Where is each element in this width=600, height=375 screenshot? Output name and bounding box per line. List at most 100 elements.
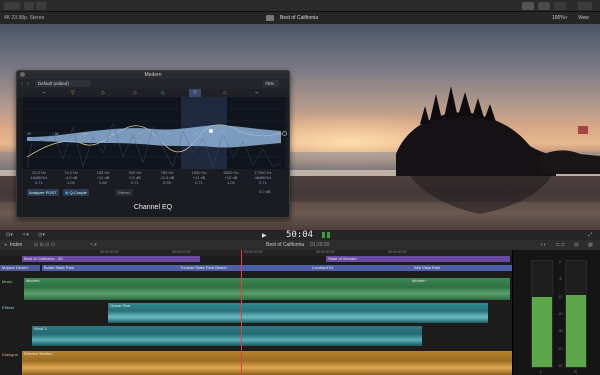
meter-scale-label: -20 bbox=[557, 312, 563, 316]
nav-right-icon[interactable]: › bbox=[27, 81, 29, 87]
top-toolbar bbox=[0, 0, 600, 12]
band-q: 0.71 bbox=[195, 180, 203, 185]
library-button[interactable] bbox=[4, 2, 20, 10]
timecode-display[interactable]: 50:04 bbox=[286, 230, 313, 240]
ruler-tick: 00:00:10:00 bbox=[172, 250, 191, 254]
band-5-icon[interactable]: ◇ bbox=[161, 90, 165, 96]
enhance-icon[interactable]: ✧▾ bbox=[22, 232, 29, 238]
meter-right bbox=[565, 260, 587, 368]
ruler-tick: 00:00:30:00 bbox=[316, 250, 335, 254]
processing-select[interactable]: Stereo bbox=[115, 189, 133, 196]
band-4-params[interactable]: 500 Hz 0.0 dB 0.71 bbox=[119, 170, 151, 185]
band-1-params[interactable]: 20.0 Hz 18dB/Oct 0.71 bbox=[23, 170, 55, 185]
band-2-icon[interactable]: ▽ bbox=[71, 90, 75, 96]
band-1-icon[interactable]: ⌐ bbox=[43, 90, 46, 96]
snapping-icon[interactable]: ⊏⊐ bbox=[556, 240, 564, 250]
frequency-tick-label: 200 bbox=[109, 132, 115, 136]
share-button[interactable] bbox=[578, 2, 592, 10]
video-clip[interactable]: Alta Vista Park bbox=[412, 265, 512, 271]
gain-knob[interactable] bbox=[282, 131, 287, 136]
band-5-params[interactable]: 780 Hz -11.5 dB 0.39 bbox=[151, 170, 183, 185]
meter-right-level bbox=[566, 295, 586, 367]
title-clip[interactable]: Best of California - 3D bbox=[22, 256, 200, 262]
meter-left-level bbox=[532, 297, 552, 367]
project-duration: 01:20:20 bbox=[310, 242, 330, 248]
band-q: 1.00 bbox=[67, 180, 75, 185]
eq-window-title: Modern bbox=[17, 71, 289, 79]
analyzer-button[interactable]: Analyzer POST bbox=[27, 189, 59, 196]
layout-button-3[interactable] bbox=[554, 2, 566, 10]
frequency-tick-label: 1k bbox=[166, 132, 170, 136]
video-clip[interactable]: Lombard St. bbox=[310, 265, 412, 271]
q-couple-label: Q-Couple bbox=[69, 190, 87, 195]
speed-icon[interactable]: ◷▾ bbox=[38, 232, 45, 238]
band-7-icon[interactable]: ◇ bbox=[223, 90, 227, 96]
meter-scale-label: -12 bbox=[557, 294, 563, 299]
viewer-image[interactable]: Modern ‹ › Default (edited) 75% ⌐ ▽ ◇ ◇ … bbox=[0, 24, 600, 230]
play-icon[interactable]: ▶ bbox=[262, 232, 267, 239]
band-7-params[interactable]: 6000 Hz +12 dB 1.00 bbox=[215, 170, 247, 185]
video-clip[interactable]: Bodie State Park bbox=[42, 265, 178, 271]
clip-appearance-icon[interactable]: ▤ bbox=[574, 240, 579, 250]
view-menu[interactable]: View bbox=[578, 12, 589, 24]
clip-connect-icon[interactable]: ⊟ ⊞ ⊟ ⊡ bbox=[34, 240, 55, 250]
eq-graph[interactable]: 20 50 100 200 500 1k 2k 5k 10k 20k bbox=[23, 97, 285, 169]
back-arrow-icon[interactable]: ◂ bbox=[4, 240, 7, 250]
percent-field[interactable]: 75% bbox=[263, 80, 279, 87]
playhead[interactable] bbox=[241, 250, 242, 375]
select-tool-icon[interactable]: ↖▾ bbox=[90, 240, 97, 250]
band-2-params[interactable]: 74.0 Hz -4.0 dB 1.00 bbox=[55, 170, 87, 185]
band-6-params[interactable]: 1500 Hz +11 dB 0.71 bbox=[183, 170, 215, 185]
meter-scale-label: -6 bbox=[558, 277, 562, 282]
meter-scale-label: -40 bbox=[557, 346, 563, 351]
band-4-icon[interactable]: ◇ bbox=[133, 90, 137, 96]
role-label: Dialogue bbox=[2, 352, 18, 357]
title-clip[interactable]: State of Wonder bbox=[326, 256, 510, 262]
meter-scale-label: -50 bbox=[557, 364, 563, 368]
nav-left-icon[interactable]: ‹ bbox=[21, 81, 23, 87]
audio-clip[interactable]: Modern bbox=[24, 278, 410, 300]
video-clip[interactable]: Mojave Desert bbox=[0, 265, 40, 271]
import-button[interactable] bbox=[24, 2, 34, 10]
layout-button-2[interactable] bbox=[538, 2, 550, 10]
role-label: Effects bbox=[2, 305, 15, 310]
band-8-params[interactable]: 17000 Hz 48dB/Oct 0.71 bbox=[247, 170, 279, 185]
frequency-tick-label: 20 bbox=[27, 132, 31, 136]
transform-icon[interactable]: ⊡▾ bbox=[6, 232, 13, 238]
band-6-icon[interactable]: ◇ bbox=[189, 89, 201, 97]
analyzer-state: POST bbox=[45, 190, 57, 195]
keyword-button[interactable] bbox=[36, 2, 46, 10]
band-q: 0.71 bbox=[259, 180, 267, 185]
zoom-select[interactable]: 100% bbox=[552, 12, 565, 24]
audio-level-right bbox=[327, 232, 330, 238]
index-button[interactable]: Index bbox=[10, 240, 22, 250]
band-8-icon[interactable]: ¬ bbox=[255, 90, 258, 96]
band-handle[interactable] bbox=[209, 129, 213, 133]
band-q: 1.00 bbox=[227, 180, 235, 185]
q-couple-button[interactable]: ◉ Q-Couple bbox=[63, 189, 89, 196]
ruler-tick: 00:00:40:00 bbox=[388, 250, 407, 254]
band-3-icon[interactable]: ◇ bbox=[101, 90, 105, 96]
band-3-params[interactable]: 105 Hz +12 dB 0.80 bbox=[87, 170, 119, 185]
frequency-tick-label: 5k bbox=[222, 132, 226, 136]
audio-clip[interactable]: Wind 3 bbox=[32, 326, 422, 346]
zoom-chevron-icon[interactable]: ▾ bbox=[565, 12, 568, 24]
channel-eq-window[interactable]: Modern ‹ › Default (edited) 75% ⌐ ▽ ◇ ◇ … bbox=[16, 70, 290, 218]
meter-left-label: L bbox=[540, 369, 543, 374]
preset-select[interactable]: Default (edited) bbox=[35, 80, 91, 87]
audio-clip[interactable]: Ocean Surf bbox=[108, 303, 488, 323]
frequency-tick-label: 500 bbox=[137, 132, 143, 136]
role-label: Music bbox=[2, 279, 13, 284]
video-clip[interactable]: Trinidad State Park Beach bbox=[178, 265, 310, 271]
close-icon[interactable] bbox=[20, 72, 25, 77]
audio-clip[interactable]: Director Section bbox=[22, 351, 512, 375]
meter-scale-label: -30 bbox=[557, 329, 563, 334]
timeline[interactable]: 00:00:00:00 00:00:10:00 00:00:20:00 00:0… bbox=[0, 250, 512, 375]
headphones-icon[interactable]: ◖◗ bbox=[540, 240, 546, 250]
audio-meters: 0 -6 -12 -20 -30 -40 -50 L R bbox=[512, 250, 600, 375]
fullscreen-icon[interactable]: ⤢ bbox=[588, 232, 592, 238]
layout-button-1[interactable] bbox=[522, 2, 534, 10]
effects-browser-icon[interactable]: ▦ bbox=[588, 240, 593, 250]
audio-clip[interactable]: Modern bbox=[410, 278, 510, 300]
audio-level-left bbox=[322, 232, 325, 238]
